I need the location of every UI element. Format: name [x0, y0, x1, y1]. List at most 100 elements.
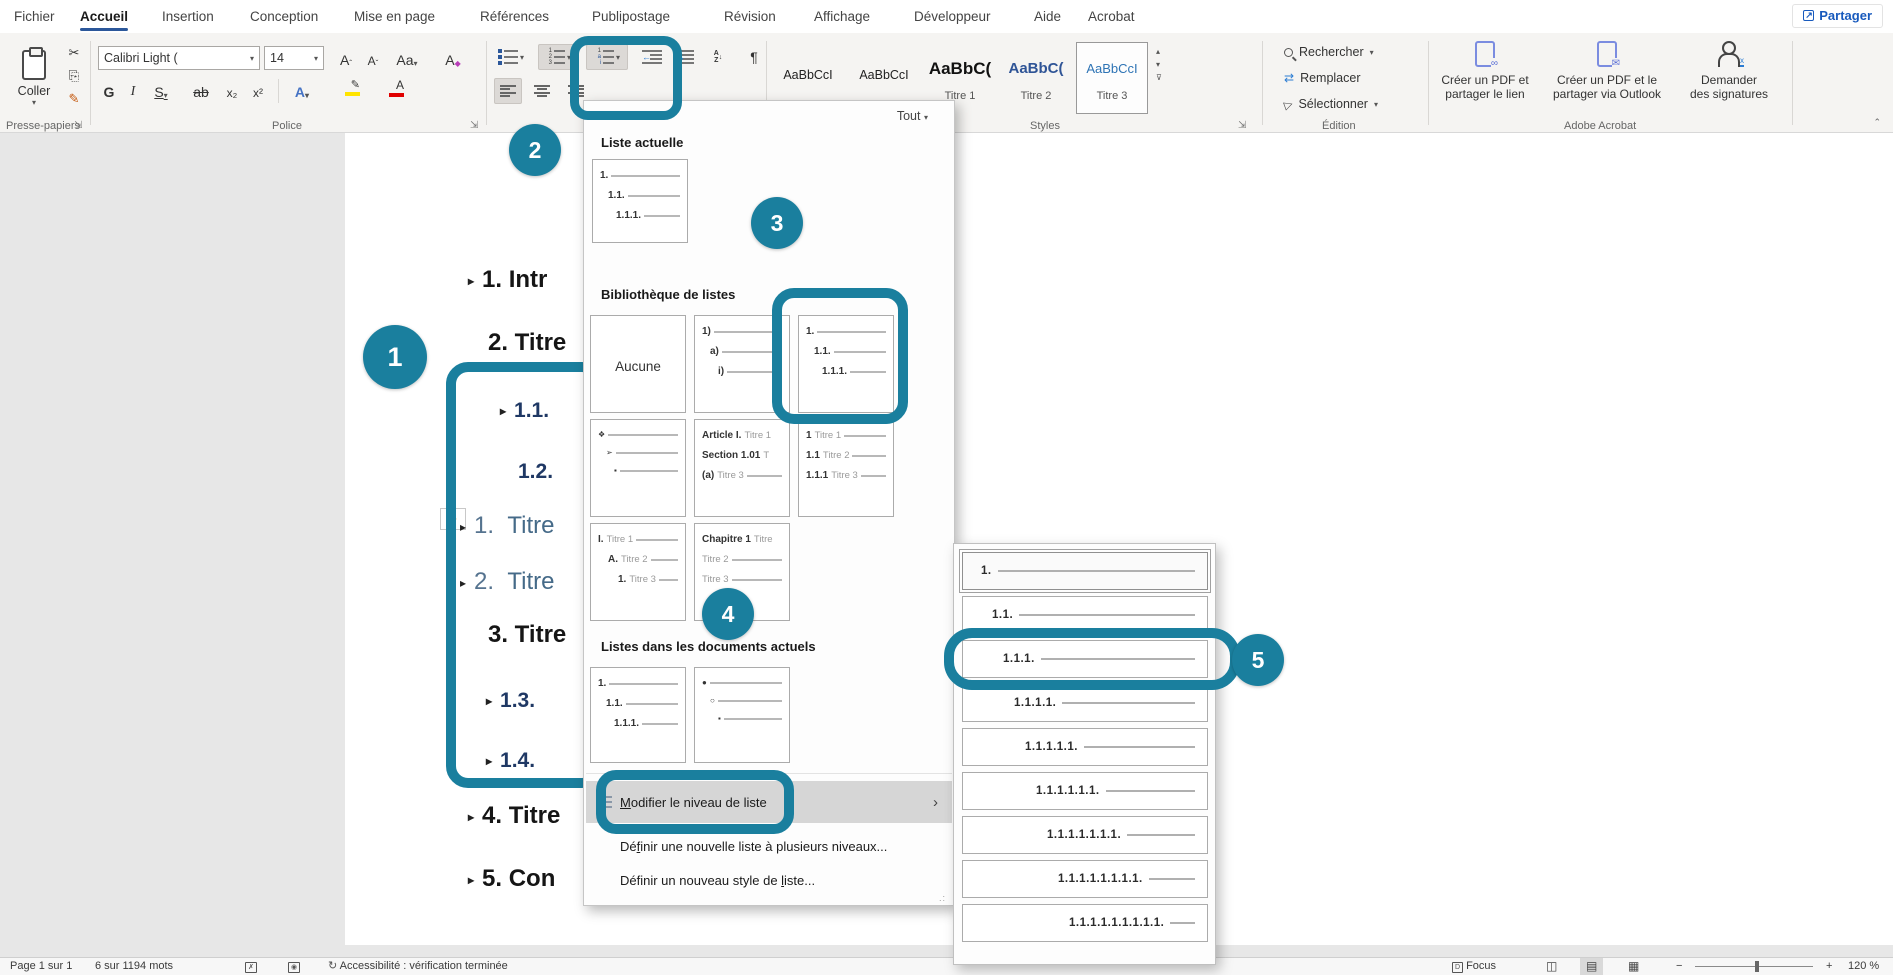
styles-scroll-up-icon[interactable]: ▴ — [1156, 47, 1162, 56]
tab-affichage[interactable]: Affichage — [812, 0, 872, 33]
font-size-combo[interactable]: 14▾ — [264, 46, 324, 70]
library-1-a-i[interactable]: 1) a) i) — [694, 315, 790, 413]
menu-item-define-list-style[interactable]: Définir un nouveau style de liste... — [586, 865, 952, 895]
replace-button[interactable]: ⇄ Remplacer — [1284, 71, 1361, 85]
copy-button[interactable]: ⎘ — [64, 66, 84, 86]
sort-button[interactable]: AZ↓ — [702, 44, 734, 70]
page-count[interactable]: Page 1 sur 1 — [10, 958, 72, 975]
pilcrow-button[interactable]: ¶ — [742, 44, 766, 70]
styles-gallery-expand-icon[interactable]: ⊽ — [1156, 73, 1162, 82]
heading-5-conclusion[interactable]: ▸5. Con — [468, 865, 555, 893]
heading-3-titre[interactable]: 3. Titre — [488, 621, 566, 649]
cut-button[interactable]: ✂ — [64, 43, 84, 63]
zoom-out-button[interactable]: − — [1676, 958, 1682, 975]
tab-references[interactable]: Références — [478, 0, 551, 33]
tab-aide[interactable]: Aide — [1032, 0, 1063, 33]
tab-fichier[interactable]: Fichier — [12, 0, 57, 33]
macro-icon[interactable]: ◉ — [288, 958, 300, 975]
zoom-in-button[interactable]: + — [1826, 958, 1832, 975]
resize-grip-icon[interactable]: .: — [939, 893, 946, 903]
tab-mise-en-page[interactable]: Mise en page — [352, 0, 437, 33]
collapse-arrow-icon[interactable]: ▸ — [468, 873, 474, 887]
level-option-3[interactable]: 1.1.1. — [962, 640, 1208, 678]
numbered-list-button[interactable]: 1 2 3 ▾ — [538, 44, 578, 70]
library-chapitre[interactable]: Chapitre 1Titre Titre 2 Titre 3 — [694, 523, 790, 621]
level-option-5[interactable]: 1.1.1.1.1. — [962, 728, 1208, 766]
bullet-list-button[interactable]: ▾ — [492, 44, 530, 70]
style-card-titre3[interactable]: AaBbCcI Titre 3 — [1076, 42, 1148, 114]
library-bullets[interactable]: ❖ ➢ ▪ — [590, 419, 686, 517]
styles-scroll-down-icon[interactable]: ▾ — [1156, 60, 1162, 69]
italic-button[interactable]: I — [126, 78, 140, 102]
strikethrough-button[interactable]: ab — [190, 78, 212, 102]
format-painter-button[interactable]: ✎ — [64, 89, 84, 109]
collapse-arrow-icon[interactable]: ▸ — [486, 694, 492, 708]
collapse-arrow-icon[interactable]: ▸ — [500, 404, 506, 418]
heading-1-3[interactable]: ▸1.3. — [486, 689, 535, 713]
current-list-preview[interactable]: 1. 1.1. 1.1.1. — [592, 159, 688, 243]
font-dialog-launcher-icon[interactable]: ⇲ — [470, 120, 478, 131]
find-button[interactable]: Rechercher▾ — [1284, 45, 1374, 59]
proofing-icon[interactable]: ✗ — [245, 958, 257, 975]
collapse-arrow-icon[interactable]: ▸ — [468, 810, 474, 824]
clear-formatting-button[interactable]: A◆ — [440, 46, 466, 70]
tab-insertion[interactable]: Insertion — [160, 0, 216, 33]
styles-dialog-launcher-icon[interactable]: ⇲ — [1238, 120, 1246, 131]
grow-font-button[interactable]: Aˆ — [334, 46, 358, 70]
tab-revision[interactable]: Révision — [722, 0, 778, 33]
heading-4-titre[interactable]: ▸4. Titre — [468, 802, 560, 830]
create-pdf-share-link-button[interactable]: Créer un PDF etpartager le lien — [1424, 41, 1546, 121]
align-center-button[interactable] — [528, 78, 556, 104]
gallery-filter-dropdown[interactable]: Tout ▾ — [897, 109, 928, 123]
decrease-indent-button[interactable]: ← — [638, 44, 666, 70]
collapse-arrow-icon[interactable]: ▸ — [460, 520, 466, 534]
read-mode-icon[interactable]: ◫ — [1540, 958, 1563, 975]
multilevel-list-button[interactable]: 1 a i ▾ — [586, 44, 628, 70]
increase-indent-button[interactable]: → — [670, 44, 698, 70]
level-option-6[interactable]: 1.1.1.1.1.1. — [962, 772, 1208, 810]
word-count[interactable]: 6 sur 1194 mots — [95, 958, 173, 975]
shrink-font-button[interactable]: Aˇ — [362, 46, 384, 70]
web-layout-icon[interactable]: ▦ — [1622, 958, 1645, 975]
level-option-4[interactable]: 1.1.1.1. — [962, 684, 1208, 722]
style-card-titre2[interactable]: AaBbC( Titre 2 — [1000, 42, 1072, 114]
level-option-7[interactable]: 1.1.1.1.1.1.1. — [962, 816, 1208, 854]
collapse-arrow-icon[interactable]: ▸ — [460, 576, 466, 590]
create-pdf-outlook-button[interactable]: Créer un PDF et lepartager via Outlook — [1546, 41, 1668, 121]
align-left-button[interactable] — [494, 78, 522, 104]
select-button[interactable]: ▷ Sélectionner▾ — [1284, 97, 1378, 111]
tab-developpeur[interactable]: Développeur — [912, 0, 993, 33]
level-option-9[interactable]: 1.1.1.1.1.1.1.1.1. — [962, 904, 1208, 942]
library-roman-titre[interactable]: I.Titre 1 A.Titre 2 1.Titre 3 — [590, 523, 686, 621]
tab-conception[interactable]: Conception — [248, 0, 320, 33]
zoom-level[interactable]: 120 % — [1848, 958, 1879, 975]
text-effects-button[interactable]: A▾ — [288, 78, 316, 102]
heading-1-1[interactable]: ▸1.1. — [500, 399, 549, 423]
share-button[interactable]: Partager — [1792, 4, 1883, 28]
font-color-button[interactable]: A — [370, 76, 404, 100]
library-1-titre[interactable]: 1Titre 1 1.1Titre 2 1.1.1Titre 3 — [798, 419, 894, 517]
menu-item-modify-list-level[interactable]: ← Modifier le niveau de liste › — [586, 781, 952, 823]
library-none[interactable]: Aucune — [590, 315, 686, 413]
heading-1-4[interactable]: ▸1.4. — [486, 749, 535, 773]
superscript-button[interactable]: x² — [248, 78, 268, 102]
tab-publipostage[interactable]: Publipostage — [590, 0, 672, 33]
request-signatures-button[interactable]: x Demanderdes signatures — [1668, 41, 1790, 121]
heading-selected-1-titre[interactable]: ▸1. Titre — [460, 512, 555, 540]
collapse-arrow-icon[interactable]: ▸ — [468, 274, 474, 288]
collapse-arrow-icon[interactable]: ▸ — [486, 754, 492, 768]
paste-button[interactable]: Coller ▾ — [8, 40, 60, 116]
zoom-slider-track[interactable] — [1695, 966, 1813, 967]
font-name-combo[interactable]: Calibri Light (▾ — [98, 46, 260, 70]
collapse-ribbon-icon[interactable]: ⌃ — [1873, 117, 1881, 128]
doc-list-bullets[interactable]: ● ○ ▪ — [694, 667, 790, 763]
menu-item-define-multilevel-list[interactable]: Définir une nouvelle liste à plusieurs n… — [586, 831, 952, 861]
underline-button[interactable]: S▾ — [148, 78, 174, 102]
library-1-11-111[interactable]: 1. 1.1. 1.1.1. — [798, 315, 894, 413]
focus-toggle[interactable]: D Focus — [1452, 958, 1496, 975]
library-article-section[interactable]: Article I.Titre 1 Section 1.01T (a)Titre… — [694, 419, 790, 517]
heading-1-2[interactable]: 1.2. — [518, 460, 553, 484]
clipboard-dialog-launcher-icon[interactable]: ⇲ — [74, 120, 82, 131]
level-option-2[interactable]: 1.1. — [962, 596, 1208, 634]
change-case-button[interactable]: Aa▾ — [392, 46, 422, 70]
